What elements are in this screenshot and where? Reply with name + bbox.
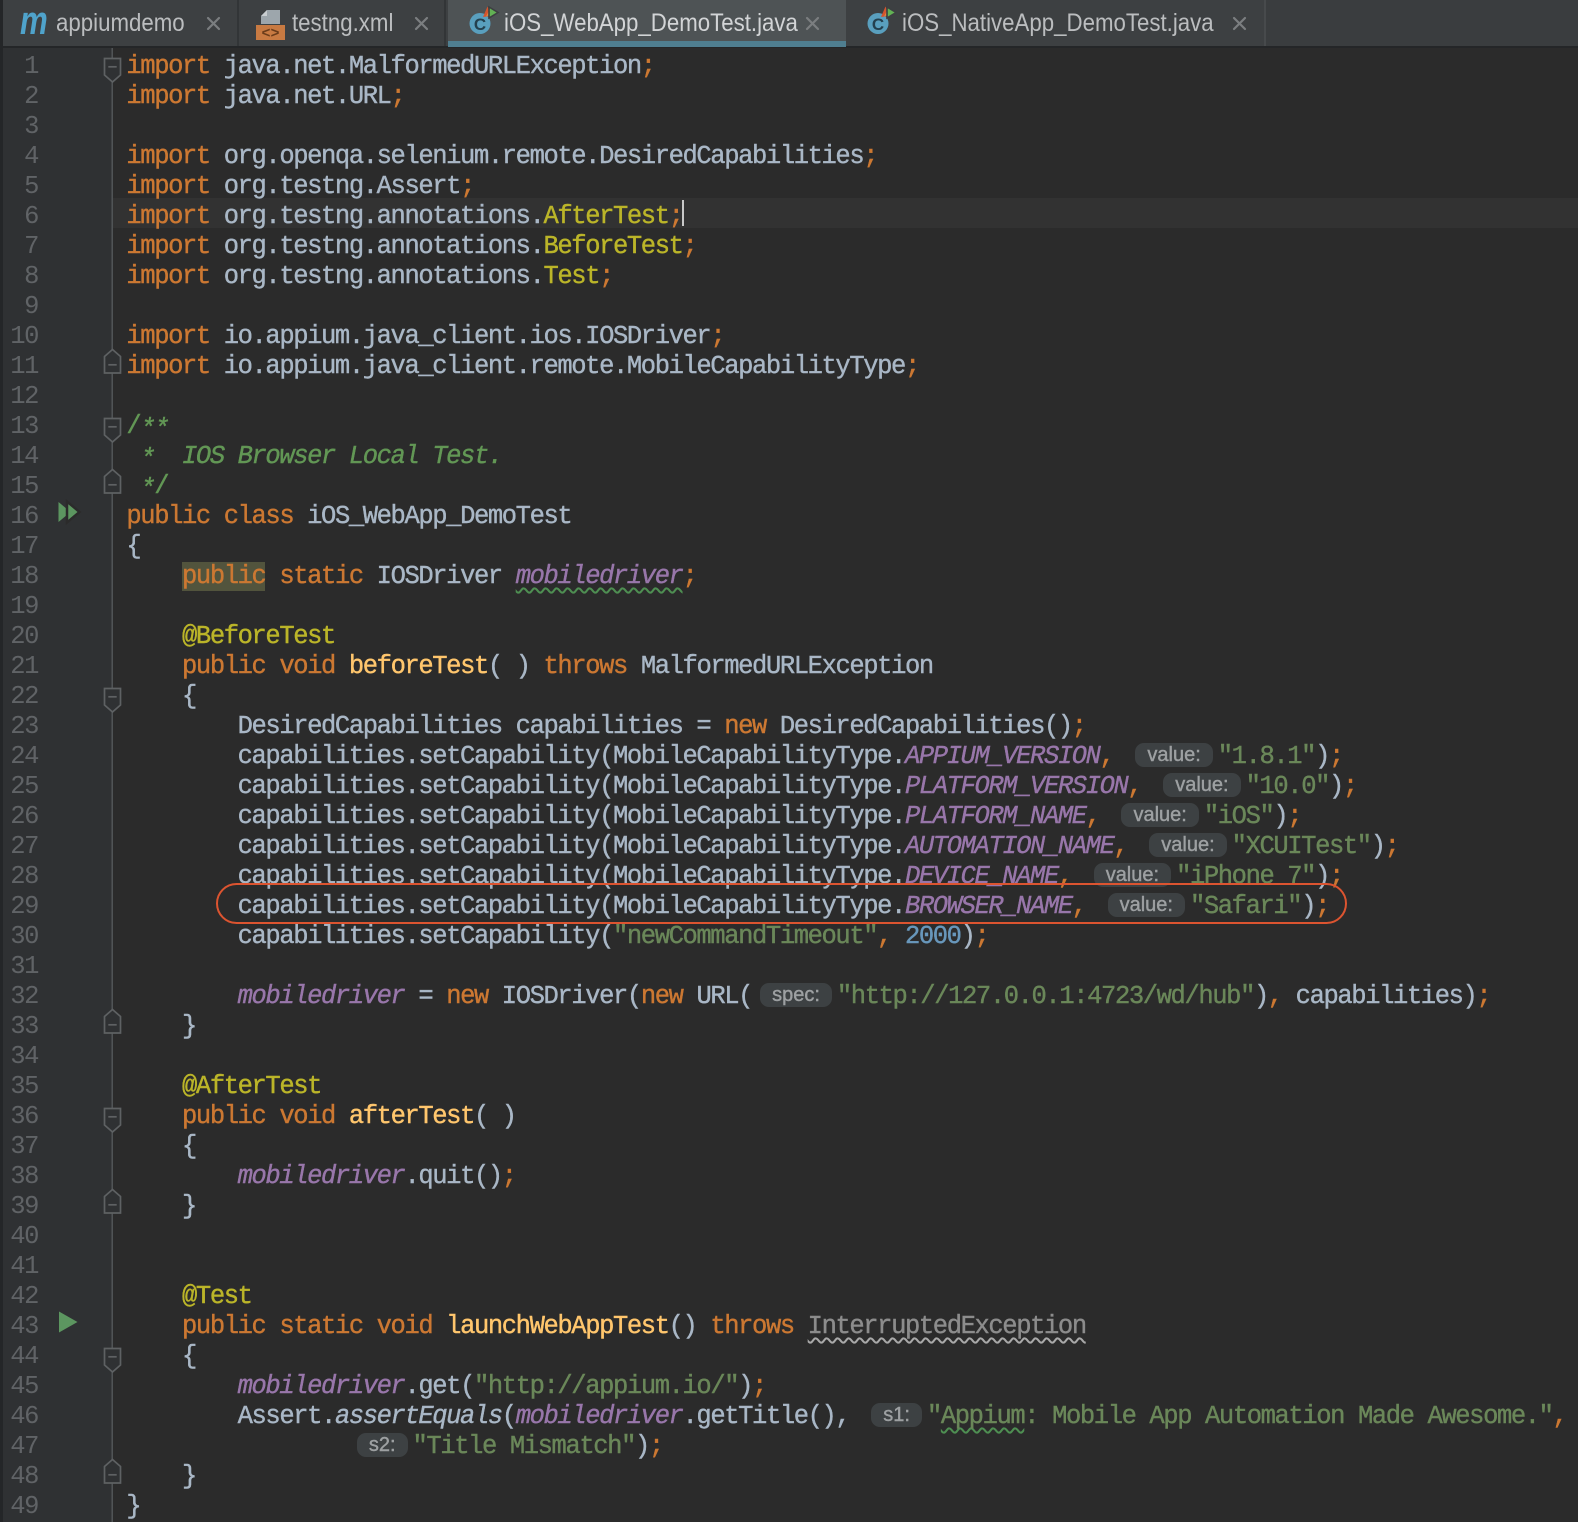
svg-text:C: C xyxy=(474,15,486,34)
svg-text:C: C xyxy=(872,15,884,34)
svg-text:<>: <> xyxy=(261,26,279,43)
